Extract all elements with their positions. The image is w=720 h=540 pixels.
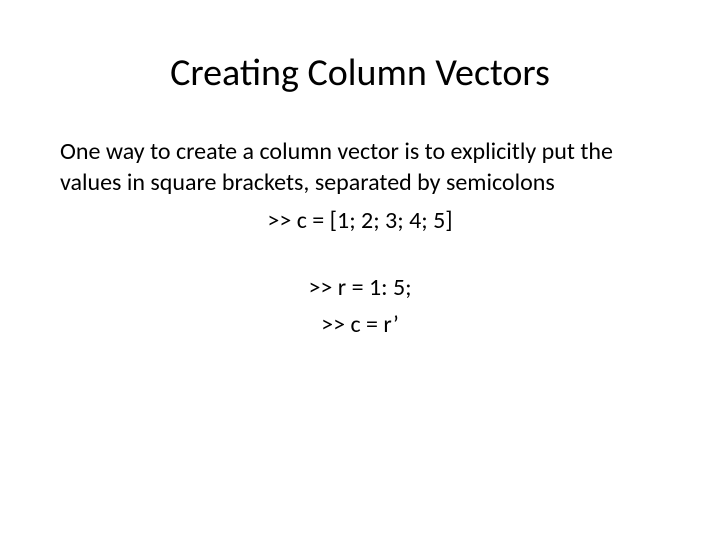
code-line-1: >> c = [1; 2; 3; 4; 5] (60, 206, 660, 235)
spacer (60, 243, 660, 273)
slide-title: Creating Column Vectors (60, 50, 660, 96)
description-paragraph: One way to create a column vector is to … (60, 136, 660, 198)
code-line-3: >> c = r’ (60, 310, 660, 339)
code-line-2: >> r = 1: 5; (60, 273, 660, 302)
